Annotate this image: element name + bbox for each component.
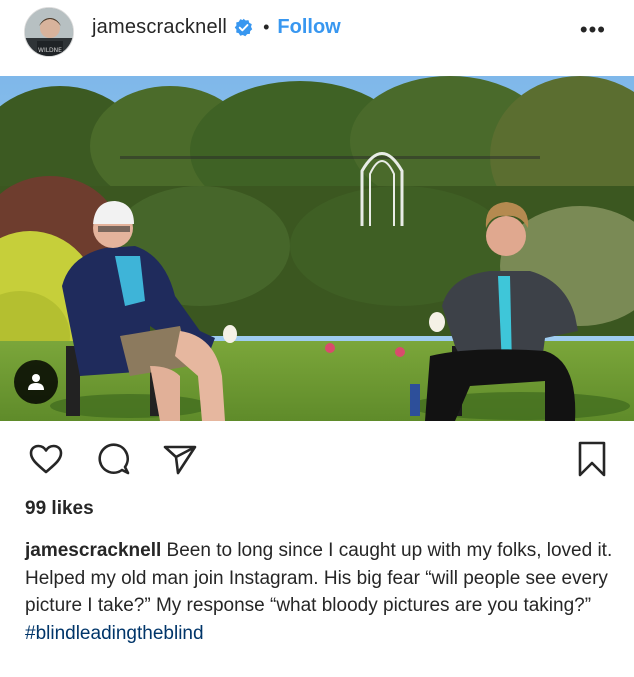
post-photo[interactable] bbox=[0, 76, 634, 421]
username-row: jamescracknell • Follow bbox=[92, 16, 341, 39]
post-header: WILDNE jamescracknell • Follow ••• bbox=[0, 0, 634, 76]
verified-badge-icon bbox=[234, 18, 253, 37]
likes-count[interactable]: 99 likes bbox=[25, 498, 94, 520]
svg-text:WILDNE: WILDNE bbox=[38, 47, 62, 54]
caption-username-link[interactable]: jamescracknell bbox=[25, 540, 161, 561]
more-options-icon[interactable]: ••• bbox=[580, 19, 606, 41]
heart-icon bbox=[29, 444, 63, 474]
follow-button[interactable]: Follow bbox=[277, 16, 340, 39]
share-icon bbox=[163, 445, 197, 475]
username-link[interactable]: jamescracknell bbox=[92, 16, 227, 39]
user-tag-button[interactable] bbox=[14, 360, 58, 404]
comment-icon bbox=[98, 443, 130, 475]
share-button[interactable] bbox=[160, 437, 200, 481]
separator-dot: • bbox=[263, 17, 270, 37]
post-actions bbox=[0, 437, 634, 487]
post-caption: jamescracknell Been to long since I caug… bbox=[25, 537, 615, 647]
like-button[interactable] bbox=[26, 437, 66, 481]
hashtag-link[interactable]: #blindleadingtheblind bbox=[25, 620, 615, 648]
bookmark-icon bbox=[578, 441, 606, 477]
user-tag-icon bbox=[28, 374, 44, 390]
profile-avatar[interactable]: WILDNE bbox=[24, 7, 74, 57]
avatar-image: WILDNE bbox=[25, 8, 73, 56]
save-button[interactable] bbox=[572, 437, 612, 481]
garden-photo-image bbox=[0, 76, 634, 421]
comment-button[interactable] bbox=[94, 437, 134, 481]
